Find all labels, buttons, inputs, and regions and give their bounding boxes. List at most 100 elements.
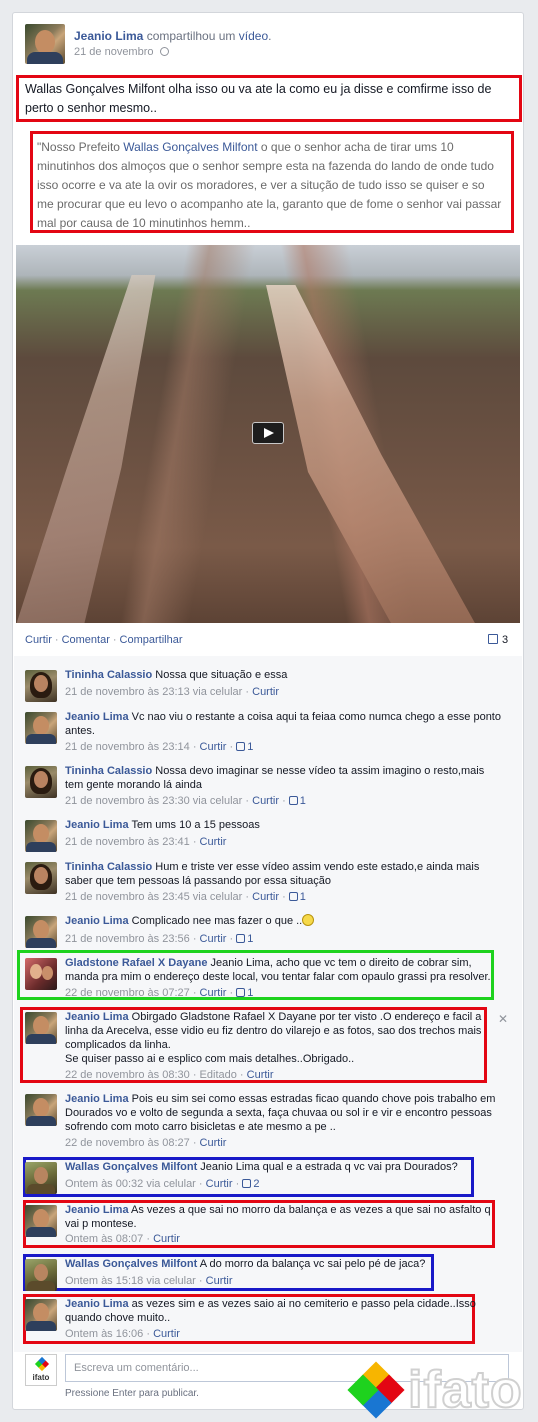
like-icon bbox=[288, 892, 298, 901]
post-header: Jeanio Lima compartilhou um vídeo. bbox=[74, 29, 272, 43]
comment-like-link[interactable]: Curtir bbox=[153, 1328, 180, 1340]
comment-time[interactable]: 22 de novembro às 08:27 bbox=[65, 1137, 190, 1149]
comment-author[interactable]: Tininha Calassio bbox=[65, 861, 152, 873]
comment-author[interactable]: Jeanio Lima bbox=[65, 819, 129, 831]
commenter-avatar[interactable] bbox=[25, 1012, 57, 1044]
comment-text: Tem ums 10 a 15 pessoas bbox=[131, 819, 260, 831]
comment-author[interactable]: Gladstone Rafael X Dayane bbox=[65, 957, 207, 969]
comment-author[interactable]: Tininha Calassio bbox=[65, 765, 152, 777]
comment-like-link[interactable]: Curtir bbox=[206, 1275, 233, 1287]
comment-time[interactable]: Ontem às 08:07 bbox=[65, 1233, 143, 1245]
comment-time[interactable]: 22 de novembro às 08:30 bbox=[65, 1069, 190, 1081]
comment-time[interactable]: Ontem às 00:32 via celular bbox=[65, 1178, 196, 1190]
commenter-avatar[interactable] bbox=[25, 1259, 57, 1291]
like-icon bbox=[236, 742, 246, 751]
comment-like-count[interactable]: 1 bbox=[236, 933, 253, 945]
comment: Tininha Calassio Hum e triste ver esse v… bbox=[25, 860, 505, 910]
commenter-avatar[interactable] bbox=[25, 1299, 57, 1331]
comment-like-count[interactable]: 1 bbox=[236, 741, 253, 753]
comment-text: As vezes a que sai no morro da balança e… bbox=[65, 1204, 491, 1230]
shared-quote: "Nosso Prefeito Wallas Gonçalves Milfont… bbox=[37, 140, 502, 230]
comment-time[interactable]: 22 de novembro às 07:27 bbox=[65, 987, 190, 999]
edited-label[interactable]: Editado bbox=[200, 1069, 237, 1081]
quote-mention-link[interactable]: Wallas Gonçalves Milfont bbox=[123, 140, 257, 154]
comment-like-link[interactable]: Curtir bbox=[200, 1137, 227, 1149]
comment-like-link[interactable]: Curtir bbox=[252, 686, 279, 698]
commenter-avatar[interactable] bbox=[25, 1162, 57, 1194]
comment-author[interactable]: Jeanio Lima bbox=[65, 1011, 129, 1023]
comment: Jeanio Lima Obirgado Gladstone Rafael X … bbox=[25, 1010, 505, 1082]
comment: Jeanio Lima Tem ums 10 a 15 pessoas 21 d… bbox=[25, 818, 505, 856]
commenter-avatar[interactable] bbox=[25, 1094, 57, 1126]
post-author-avatar[interactable] bbox=[25, 24, 65, 64]
commenter-avatar[interactable] bbox=[25, 670, 57, 702]
comment-like-link[interactable]: Curtir bbox=[206, 1178, 233, 1190]
post-author-name[interactable]: Jeanio Lima bbox=[74, 29, 143, 43]
comment-time[interactable]: 21 de novembro às 23:13 via celular bbox=[65, 686, 242, 698]
comment-time[interactable]: 21 de novembro às 23:41 bbox=[65, 836, 190, 848]
video-puddle bbox=[266, 285, 476, 623]
comment-like-link[interactable]: Curtir bbox=[200, 933, 227, 945]
comment-author[interactable]: Jeanio Lima bbox=[65, 1298, 129, 1310]
comment-time[interactable]: Ontem às 16:06 bbox=[65, 1328, 143, 1340]
comment-icon bbox=[488, 634, 498, 644]
comment-like-link[interactable]: Curtir bbox=[247, 1069, 274, 1081]
commenter-avatar[interactable] bbox=[25, 820, 57, 852]
like-icon bbox=[288, 796, 298, 805]
comment-author[interactable]: Jeanio Lima bbox=[65, 1204, 129, 1216]
comment-action[interactable]: Comentar bbox=[62, 634, 110, 646]
comment-like-link[interactable]: Curtir bbox=[200, 987, 227, 999]
close-icon[interactable]: ✕ bbox=[498, 1012, 508, 1026]
comment-author[interactable]: Tininha Calassio bbox=[65, 669, 152, 681]
post-actions: Curtir · Comentar · Compartilhar bbox=[25, 634, 183, 646]
composer-avatar[interactable]: ifato bbox=[25, 1354, 57, 1386]
commenter-avatar[interactable] bbox=[25, 958, 57, 990]
like-action[interactable]: Curtir bbox=[25, 634, 52, 646]
comment-text: Complicado nee mas fazer o que .. bbox=[131, 915, 303, 927]
comment-text-line2: Se quiser passo ai e esplico com mais de… bbox=[65, 1053, 355, 1065]
comment: Wallas Gonçalves Milfont Jeanio Lima qua… bbox=[25, 1160, 505, 1196]
post-date[interactable]: 21 de novembro bbox=[74, 46, 169, 58]
commenter-avatar[interactable] bbox=[25, 862, 57, 894]
comment: Jeanio Lima Vc nao viu o restante a cois… bbox=[25, 710, 505, 760]
comment-time[interactable]: Ontem às 15:18 via celular bbox=[65, 1275, 196, 1287]
comment-like-link[interactable]: Curtir bbox=[200, 741, 227, 753]
comment-count[interactable]: 3 bbox=[488, 634, 508, 646]
comment-like-link[interactable]: Curtir bbox=[200, 836, 227, 848]
play-button[interactable] bbox=[252, 422, 284, 444]
comment-time[interactable]: 21 de novembro às 23:45 via celular bbox=[65, 891, 242, 903]
comment: Wallas Gonçalves Milfont A do morro da b… bbox=[25, 1257, 505, 1291]
comment-time[interactable]: 21 de novembro às 23:14 bbox=[65, 741, 190, 753]
comment-author[interactable]: Wallas Gonçalves Milfont bbox=[65, 1258, 197, 1270]
ifato-watermark: ifato bbox=[347, 1360, 532, 1420]
comment: Jeanio Lima Pois eu sim sei como essas e… bbox=[25, 1092, 505, 1152]
post-date-text[interactable]: 21 de novembro bbox=[74, 46, 154, 58]
like-icon bbox=[236, 988, 246, 997]
comment: Gladstone Rafael X Dayane Jeanio Lima, a… bbox=[25, 956, 505, 1000]
comment-like-link[interactable]: Curtir bbox=[252, 891, 279, 903]
commenter-avatar[interactable] bbox=[25, 916, 57, 948]
commenter-avatar[interactable] bbox=[25, 766, 57, 798]
comment-like-link[interactable]: Curtir bbox=[153, 1233, 180, 1245]
comment-like-count[interactable]: 1 bbox=[288, 795, 306, 807]
comment-author[interactable]: Jeanio Lima bbox=[65, 915, 129, 927]
comment-text: Vc nao viu o restante a coisa aqui ta fe… bbox=[65, 711, 501, 737]
comment: Jeanio Lima Complicado nee mas fazer o q… bbox=[25, 914, 505, 952]
commenter-avatar[interactable] bbox=[25, 712, 57, 744]
comment-time[interactable]: 21 de novembro às 23:56 bbox=[65, 933, 190, 945]
video-puddle bbox=[16, 275, 156, 623]
comment-like-count[interactable]: 1 bbox=[236, 987, 253, 999]
comment-like-link[interactable]: Curtir bbox=[252, 795, 279, 807]
share-action[interactable]: Compartilhar bbox=[120, 634, 183, 646]
comment-like-count[interactable]: 2 bbox=[242, 1178, 259, 1190]
post-video-link[interactable]: vídeo bbox=[239, 29, 268, 43]
comment-author[interactable]: Jeanio Lima bbox=[65, 1093, 129, 1105]
comment-like-count[interactable]: 1 bbox=[288, 891, 306, 903]
comment-author[interactable]: Wallas Gonçalves Milfont bbox=[65, 1161, 197, 1173]
comment-author[interactable]: Jeanio Lima bbox=[65, 711, 129, 723]
comment: Tininha Calassio Nossa que situação e es… bbox=[25, 668, 505, 708]
commenter-avatar[interactable] bbox=[25, 1205, 57, 1237]
post-action-text: compartilhou um bbox=[146, 29, 236, 43]
like-icon bbox=[242, 1179, 252, 1188]
comment-time[interactable]: 21 de novembro às 23:30 via celular bbox=[65, 795, 242, 807]
